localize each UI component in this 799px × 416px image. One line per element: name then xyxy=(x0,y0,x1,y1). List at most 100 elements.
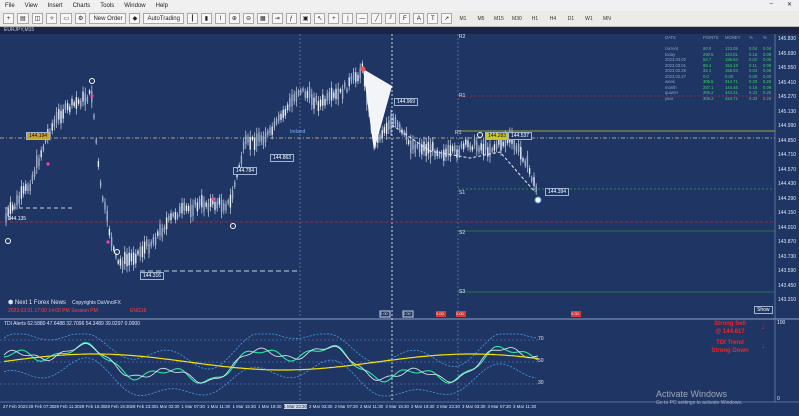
zoom-out-icon[interactable]: ⊖ xyxy=(242,13,254,24)
zoom-in-icon[interactable]: ⊕ xyxy=(228,13,240,24)
menu-view[interactable]: View xyxy=(20,3,43,9)
stats-cell: today xyxy=(665,51,676,57)
timeframe-mn[interactable]: MN xyxy=(599,14,614,24)
candle-body xyxy=(480,143,482,151)
candle-body xyxy=(425,144,427,157)
timeframe-h4[interactable]: H4 xyxy=(545,14,560,24)
candle-body xyxy=(295,91,298,102)
label-icon[interactable]: T xyxy=(427,13,439,24)
minimize-icon[interactable]: – xyxy=(765,1,778,8)
new-order-button[interactable]: New Order xyxy=(89,13,127,24)
candle-body xyxy=(286,104,289,111)
stats-cell: month xyxy=(665,84,677,90)
stats-cell: 0.00 xyxy=(725,73,734,79)
trendline-icon[interactable]: ╱ xyxy=(371,13,383,24)
line-chart-icon[interactable]: ⌇ xyxy=(214,13,226,24)
candle-body xyxy=(432,141,434,152)
candle-body xyxy=(451,146,454,152)
time-axis-label: 1 Mar 11:30 xyxy=(207,404,231,409)
bar-chart-icon[interactable]: ┃ xyxy=(186,13,198,24)
stats-cell: 0.08 xyxy=(763,51,772,57)
menu-charts[interactable]: Charts xyxy=(68,3,96,9)
timeframe-m1[interactable]: M1 xyxy=(455,14,470,24)
menu-tools[interactable]: Tools xyxy=(95,3,119,9)
candle-body xyxy=(324,98,326,106)
terminal-icon[interactable]: ▭ xyxy=(60,13,73,24)
channel-icon[interactable]: ⫽ xyxy=(385,13,397,24)
candle-body xyxy=(436,150,438,156)
candle-body xyxy=(489,144,491,157)
show-button[interactable]: Show xyxy=(754,306,773,314)
templates-icon[interactable]: ▣ xyxy=(299,13,312,24)
crosshair-icon[interactable]: + xyxy=(328,13,340,24)
timeframe-d1[interactable]: D1 xyxy=(563,14,578,24)
candle-body xyxy=(328,91,331,101)
tester-icon[interactable]: ⚙ xyxy=(75,13,87,24)
text-icon[interactable]: A xyxy=(413,13,425,24)
menu-insert[interactable]: Insert xyxy=(43,3,68,9)
metaeditor-icon[interactable]: ◆ xyxy=(129,13,141,24)
candle-body xyxy=(190,204,192,218)
candle-body xyxy=(526,156,529,168)
candle-body xyxy=(278,114,280,121)
new-order-label: New Order xyxy=(93,15,123,22)
candle-body xyxy=(339,89,342,93)
menu-help[interactable]: Help xyxy=(151,3,173,9)
market-watch-icon[interactable]: ◫ xyxy=(31,13,44,24)
price-box: 144.394 xyxy=(545,188,570,196)
candle-body xyxy=(69,106,71,113)
price-axis-label: 145.550 xyxy=(778,65,797,71)
candle-body xyxy=(271,126,273,136)
candle-body xyxy=(423,141,425,152)
fibo-icon[interactable]: F xyxy=(399,13,411,24)
chart-tab[interactable]: EURJPY,M15 xyxy=(0,27,799,34)
candle-body xyxy=(414,144,416,153)
indicators-icon[interactable]: ƒ xyxy=(285,13,297,24)
swing-marker xyxy=(477,132,483,138)
candle-body xyxy=(55,112,58,123)
price-chart-svg[interactable]: ↓ ↓ xyxy=(0,34,799,416)
candle-body xyxy=(110,237,113,247)
profiles-icon[interactable]: ▤ xyxy=(17,13,29,24)
candle-body xyxy=(161,228,163,238)
signal-dot xyxy=(46,162,50,166)
timeframe-m30[interactable]: M30 xyxy=(509,14,524,24)
time-axis-label: 2 Mar 03:30 xyxy=(309,404,333,409)
candle-body xyxy=(399,124,401,131)
timeframe-w1[interactable]: W1 xyxy=(581,14,596,24)
autotrading-button[interactable]: AutoTrading xyxy=(143,13,184,24)
menu-window[interactable]: Window xyxy=(119,3,150,9)
candle-chart-icon[interactable]: ▮ xyxy=(200,13,212,24)
timeframe-m5[interactable]: M5 xyxy=(473,14,488,24)
time-axis-label: 3 Mar 11:30 xyxy=(513,404,537,409)
candle-body xyxy=(143,241,146,254)
activation-subtitle: Go to PC settings to activate Windows. xyxy=(656,400,743,406)
new-chart-icon[interactable]: + xyxy=(3,13,14,24)
candle-body xyxy=(302,88,304,92)
horizontal-line-icon[interactable]: — xyxy=(356,13,369,24)
candle-body xyxy=(170,213,172,221)
candle-body xyxy=(93,114,95,119)
chart-symbol: EURJPY,M15 xyxy=(4,27,35,33)
candle-body xyxy=(473,138,476,146)
tile-icon[interactable]: ▦ xyxy=(256,13,269,24)
indicator-axis-max: 100 xyxy=(777,320,786,326)
time-axis-label: 2 Mar 19:30 xyxy=(411,404,435,409)
autoscroll-icon[interactable]: ⇥ xyxy=(271,13,283,24)
candle-body xyxy=(394,117,397,125)
vertical-line-icon[interactable]: | xyxy=(342,13,354,24)
timeframe-h1[interactable]: H1 xyxy=(527,14,542,24)
timeframe-m15[interactable]: M15 xyxy=(491,14,506,24)
candle-body xyxy=(445,148,447,157)
navigator-icon[interactable]: ✧ xyxy=(46,13,58,24)
signal-dot xyxy=(90,94,94,98)
cursor-icon[interactable]: ↖ xyxy=(314,13,326,24)
candle-body xyxy=(36,155,38,168)
chart-area[interactable]: ↓ ↓ 145.830 145.690 145.550 145.410 145.270 1… xyxy=(0,34,799,416)
close-icon[interactable]: ✕ xyxy=(782,1,797,8)
menu-file[interactable]: File xyxy=(0,3,20,9)
candle-body xyxy=(196,202,199,212)
arrows-icon[interactable]: ➚ xyxy=(441,13,453,24)
time-axis-label: 2 Mar 07:30 xyxy=(334,404,358,409)
candle-body xyxy=(75,96,78,109)
